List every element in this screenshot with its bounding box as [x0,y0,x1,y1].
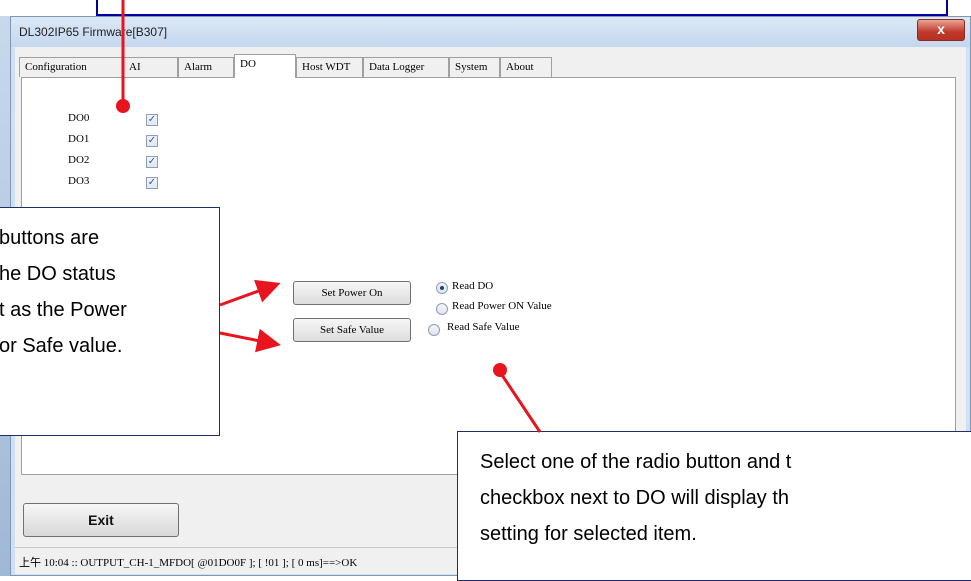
arrow-to-set-power-on [219,279,281,307]
pointer-dot-radio [493,363,507,377]
arrow-to-set-safe-value [219,328,281,353]
pointer-dot-top [116,99,130,113]
annotation-overlay [116,0,542,433]
pointer-line-radio [498,371,542,433]
tab-do[interactable]: DO [234,54,296,78]
